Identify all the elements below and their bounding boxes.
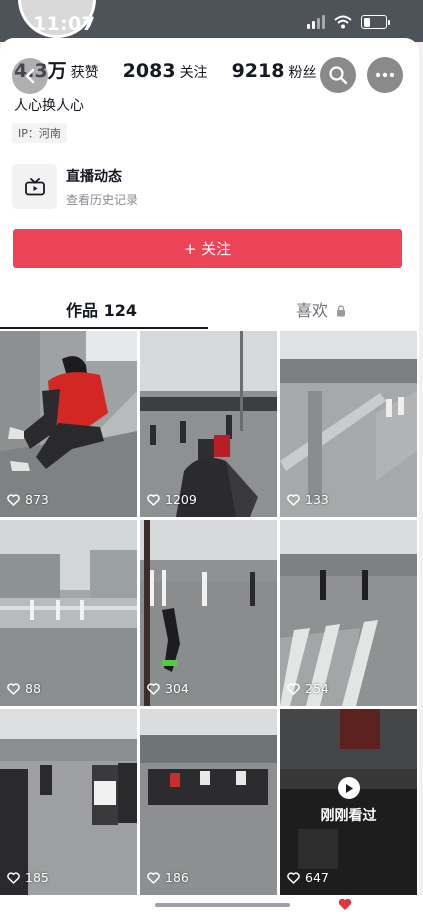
live-icon-box <box>12 164 57 209</box>
status-bar: 11:07 <box>0 0 423 42</box>
like-count: 647 <box>287 870 329 885</box>
like-count: 254 <box>287 681 329 696</box>
tab-active-indicator <box>0 327 208 329</box>
video-thumbnail-image <box>140 709 277 895</box>
followers-label[interactable]: 粉丝 <box>288 62 316 82</box>
heart-filled-icon <box>338 898 352 910</box>
profile-stats: 4.3万 获赞 2083 关注 9218 粉丝 <box>14 56 340 83</box>
status-icons <box>307 15 390 29</box>
heart-outline-icon <box>287 493 300 506</box>
like-count: 185 <box>7 870 49 885</box>
more-dots-icon <box>375 72 395 78</box>
just-watched-label: 刚刚看过 <box>280 777 417 825</box>
like-count-value: 88 <box>25 681 41 696</box>
location-arrow-icon <box>83 17 94 28</box>
tv-icon <box>24 177 45 195</box>
video-thumbnail-image <box>140 520 277 706</box>
like-count-value: 186 <box>165 870 189 885</box>
video-thumbnail[interactable]: 133 <box>280 331 417 517</box>
heart-outline-icon <box>7 682 20 695</box>
tab-likes-label: 喜欢 <box>296 301 329 320</box>
heart-outline-icon <box>147 493 160 506</box>
video-thumbnail-image <box>0 520 137 706</box>
video-thumbnail-image <box>140 331 277 517</box>
more-button[interactable] <box>367 57 403 93</box>
like-count: 1209 <box>147 492 197 507</box>
profile-sheet: 4.3万 获赞 2083 关注 9218 粉丝 人心换人心 IP：河南 直播动态… <box>0 38 419 915</box>
like-count-value: 1209 <box>165 492 197 507</box>
video-thumbnail-image <box>280 520 417 706</box>
video-thumbnail-image <box>280 331 417 517</box>
wifi-icon <box>334 15 352 29</box>
like-count-value: 304 <box>165 681 189 696</box>
video-thumbnail[interactable]: 刚刚看过 647 <box>280 709 417 895</box>
like-count: 873 <box>7 492 49 507</box>
profile-tabs: 作品 124 喜欢 <box>0 291 419 330</box>
video-thumbnail[interactable]: 1209 <box>140 331 277 517</box>
lock-icon <box>337 305 346 317</box>
video-thumbnail[interactable]: 254 <box>280 520 417 706</box>
ip-location-badge: IP：河南 <box>12 123 67 143</box>
video-thumbnail[interactable]: 185 <box>0 709 137 895</box>
like-count-value: 133 <box>305 492 329 507</box>
like-count: 133 <box>287 492 329 507</box>
video-thumbnail-image <box>0 331 137 517</box>
likes-label: 获赞 <box>70 65 99 81</box>
video-thumbnail[interactable]: 88 <box>0 520 137 706</box>
heart-outline-icon <box>7 493 20 506</box>
profile-bio: 人心换人心 <box>14 98 84 114</box>
back-button[interactable] <box>12 58 48 94</box>
play-icon <box>337 777 360 799</box>
like-count: 88 <box>7 681 41 696</box>
heart-outline-icon <box>287 682 300 695</box>
heart-outline-icon <box>147 682 160 695</box>
like-count: 304 <box>147 681 189 696</box>
heart-outline-icon <box>287 871 300 884</box>
live-subtitle: 查看历史记录 <box>66 193 139 207</box>
live-title: 直播动态 <box>66 169 122 185</box>
video-thumbnail-image <box>0 709 137 895</box>
follow-button[interactable]: + 关注 <box>13 229 402 268</box>
following-count[interactable]: 2083 <box>123 60 176 82</box>
battery-icon <box>361 15 390 29</box>
live-history-card[interactable]: 直播动态 查看历史记录 <box>12 162 407 209</box>
chevron-left-icon <box>25 68 35 84</box>
heart-outline-icon <box>147 871 160 884</box>
following-label[interactable]: 关注 <box>180 62 208 82</box>
cellular-signal-icon <box>307 15 325 29</box>
tab-likes[interactable]: 喜欢 <box>296 297 346 321</box>
video-thumbnail[interactable]: 873 <box>0 331 137 517</box>
video-thumbnail[interactable]: 304 <box>140 520 277 706</box>
like-count-value: 185 <box>25 870 49 885</box>
tab-works[interactable]: 作品 124 <box>66 297 137 321</box>
like-count: 186 <box>147 870 189 885</box>
followers-count[interactable]: 9218 <box>232 60 285 82</box>
search-icon <box>329 66 348 85</box>
like-count-value: 873 <box>25 492 49 507</box>
like-count-value: 254 <box>305 681 329 696</box>
search-button[interactable] <box>320 57 356 93</box>
just-watched-text: 刚刚看过 <box>320 808 377 824</box>
home-indicator[interactable] <box>155 903 290 907</box>
like-count-value: 647 <box>305 870 329 885</box>
video-thumbnail[interactable]: 186 <box>140 709 277 895</box>
heart-outline-icon <box>7 871 20 884</box>
